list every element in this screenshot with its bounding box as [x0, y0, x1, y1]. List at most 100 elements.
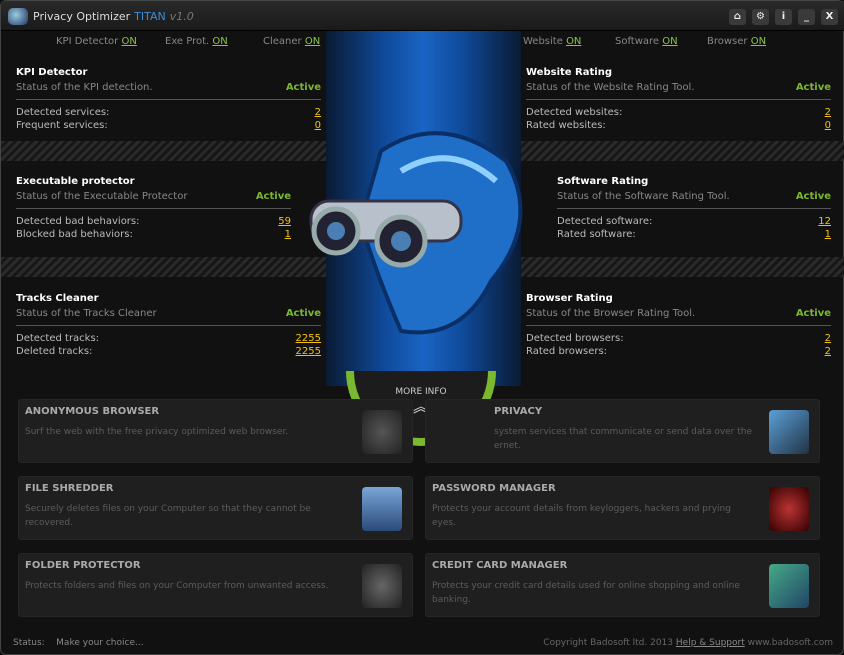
status-bar: Status: Make your choice... [13, 638, 144, 648]
app-logo-icon [8, 8, 28, 25]
info-button[interactable]: i [775, 9, 792, 25]
stat-row: Detected services: 2 [16, 106, 321, 119]
feature-card[interactable]: CREDIT CARD MANAGER Protects your credit… [425, 553, 820, 617]
toggle-label: KPI Detector [56, 36, 119, 47]
toggle-state[interactable]: ON [305, 36, 320, 47]
website-link[interactable]: www.badosoft.com [748, 638, 833, 648]
app-title: Privacy Optimizer TITAN v1.0 [33, 10, 194, 23]
app-window: Privacy Optimizer TITAN v1.0 ⌂ ⚙ i _ X KPI… [0, 0, 844, 655]
card-description: system services that communicate or send… [494, 427, 753, 451]
stat-value-link[interactable]: 2 [825, 345, 831, 358]
toggle-exe[interactable]: Exe Prot. ON [165, 36, 228, 47]
toggle-state[interactable]: ON [566, 36, 581, 47]
card-title: CREDIT CARD MANAGER [432, 560, 568, 571]
info-icon: i [781, 11, 786, 22]
panel-status-text: Status of the KPI detection. [16, 82, 153, 93]
stat-row: Deleted tracks: 2255 [16, 345, 321, 358]
status-badge: Active [255, 191, 291, 202]
help-support-link[interactable]: Help & Support [676, 638, 745, 648]
stat-row: Detected software: 12 [557, 215, 831, 228]
close-icon: X [825, 11, 834, 22]
panel-status-text: Status of the Software Rating Tool. [557, 191, 730, 202]
card-title: FOLDER PROTECTOR [25, 560, 141, 571]
close-button[interactable]: X [821, 9, 838, 25]
toggle-website[interactable]: Website ON [523, 36, 581, 47]
panel-title: Tracks Cleaner [16, 293, 99, 304]
stat-value-link[interactable]: 59 [278, 215, 291, 228]
edition-label: TITAN [134, 10, 166, 23]
toggle-label: Website [523, 36, 563, 47]
title-bar: Privacy Optimizer TITAN v1.0 ⌂ ⚙ i _ X [1, 1, 844, 31]
stat-value-link[interactable]: 2 [825, 332, 831, 345]
credit-card-icon [769, 564, 809, 608]
stat-label: Blocked bad behaviors: [16, 229, 133, 240]
binocular-mask-illustration [309, 131, 523, 335]
stat-row: Rated websites: 0 [526, 119, 831, 132]
toggle-label: Software [615, 36, 660, 47]
toggle-kpi[interactable]: KPI Detector ON [56, 36, 137, 47]
more-info-label: MORE INFO [395, 387, 447, 397]
shredder-icon [362, 487, 402, 531]
feature-card[interactable]: PASSWORD MANAGER Protects your account d… [425, 476, 820, 540]
toggle-label: Browser [707, 36, 748, 47]
gear-icon: ⚙ [756, 11, 765, 22]
stat-row: Detected bad behaviors: 59 [16, 215, 291, 228]
stat-row: Detected tracks: 2255 [16, 332, 321, 345]
toggle-state[interactable]: ON [121, 36, 136, 47]
toggle-browser[interactable]: Browser ON [707, 36, 766, 47]
panel-title: KPI Detector [16, 67, 88, 78]
laser-icon [769, 487, 809, 531]
toggle-state[interactable]: ON [662, 36, 677, 47]
card-description: Surf the web with the free privacy optim… [25, 427, 289, 437]
status-badge: Active [285, 82, 321, 93]
network-privacy-icon [769, 410, 809, 454]
feature-card[interactable]: PRIVACY system services that communicate… [425, 399, 820, 463]
panel-title: Executable protector [16, 176, 135, 187]
magnifier-icon [362, 410, 402, 454]
minimize-button[interactable]: _ [798, 9, 815, 25]
stat-label: Detected services: [16, 107, 110, 118]
home-icon: ⌂ [733, 11, 742, 22]
toggle-label: Exe Prot. [165, 36, 210, 47]
panel-title: Software Rating [557, 176, 649, 187]
home-button[interactable]: ⌂ [729, 9, 746, 25]
divider [1, 141, 326, 161]
status-label: Status: [13, 638, 45, 648]
divider [521, 257, 844, 277]
stat-value-link[interactable]: 2 [825, 106, 831, 119]
status-text: Make your choice... [56, 638, 144, 648]
toggle-label: Cleaner [263, 36, 302, 47]
stat-value-link[interactable]: 12 [818, 215, 831, 228]
minimize-icon: _ [804, 11, 809, 22]
status-panel: KPI Detector Status of the KPI detection… [16, 67, 321, 132]
toggle-state[interactable]: ON [212, 36, 227, 47]
status-badge: Active [795, 308, 831, 319]
feature-card[interactable]: FOLDER PROTECTOR Protects folders and fi… [18, 553, 413, 617]
spy-icon [362, 564, 402, 608]
stat-row: Frequent services: 0 [16, 119, 321, 132]
toggle-cleaner[interactable]: Cleaner ON [263, 36, 320, 47]
copyright: Copyright Badosoft ltd. 2013 [543, 638, 674, 648]
divider [521, 141, 844, 161]
feature-card[interactable]: FILE SHREDDER Securely deletes files on … [18, 476, 413, 540]
card-description: Protects your account details from keylo… [432, 504, 731, 528]
toggle-software[interactable]: Software ON [615, 36, 678, 47]
version-label: v1.0 [169, 10, 194, 23]
card-title: ANONYMOUS BROWSER [25, 406, 160, 417]
status-panel: Software Rating Status of the Software R… [557, 176, 831, 241]
settings-button[interactable]: ⚙ [752, 9, 769, 25]
stat-row: Rated browsers: 2 [526, 345, 831, 358]
stat-value-link[interactable]: 1 [825, 228, 831, 241]
card-description: Protects your credit card details used f… [432, 581, 740, 605]
card-title: PASSWORD MANAGER [432, 483, 556, 494]
toggle-state[interactable]: ON [751, 36, 766, 47]
stat-value-link[interactable]: 0 [825, 119, 831, 132]
stat-row: Rated software: 1 [557, 228, 831, 241]
stat-label: Rated software: [557, 229, 636, 240]
feature-card[interactable]: ANONYMOUS BROWSER Surf the web with the … [18, 399, 413, 463]
card-title: FILE SHREDDER [25, 483, 114, 494]
stat-label: Deleted tracks: [16, 346, 93, 357]
stat-row: Blocked bad behaviors: 1 [16, 228, 291, 241]
card-description: Securely deletes files on your Computer … [25, 504, 311, 528]
stat-row: Detected websites: 2 [526, 106, 831, 119]
